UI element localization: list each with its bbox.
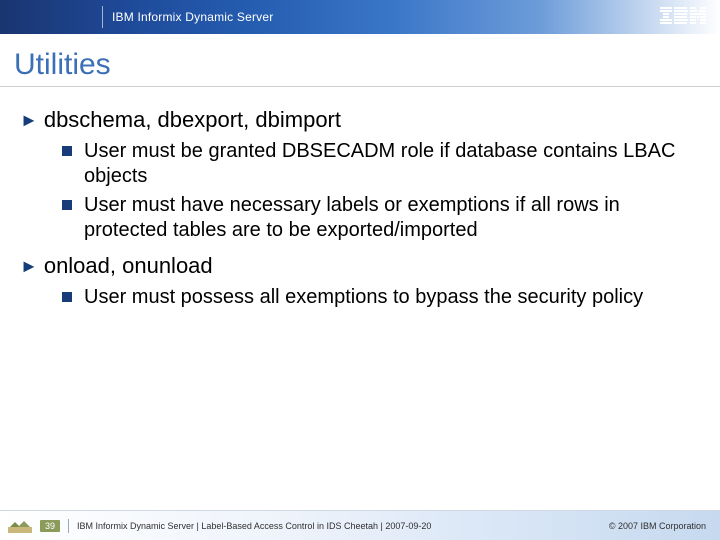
bullet-text: User must be granted DBSECADM role if da… bbox=[84, 139, 684, 189]
bullet-level1: ► dbschema, dbexport, dbimport bbox=[20, 107, 700, 133]
footer-divider bbox=[68, 519, 69, 533]
bullet-level2: User must be granted DBSECADM role if da… bbox=[62, 139, 700, 189]
slide-content: ► dbschema, dbexport, dbimport User must… bbox=[0, 97, 720, 540]
slide-footer: 39 IBM Informix Dynamic Server | Label-B… bbox=[0, 510, 720, 540]
bullet-text: User must have necessary labels or exemp… bbox=[84, 193, 684, 243]
bullet-text: dbschema, dbexport, dbimport bbox=[44, 107, 341, 133]
square-bullet-icon bbox=[62, 146, 72, 156]
footer-text: IBM Informix Dynamic Server | Label-Base… bbox=[77, 521, 609, 531]
footer-graphic-icon bbox=[0, 519, 40, 533]
header-divider bbox=[102, 6, 103, 28]
square-bullet-icon bbox=[62, 292, 72, 302]
slide: IBM Informix Dynamic Server bbox=[0, 0, 720, 540]
header-product-name: IBM Informix Dynamic Server bbox=[112, 10, 273, 24]
bullet-level2: User must have necessary labels or exemp… bbox=[62, 193, 700, 243]
slide-title: Utilities bbox=[0, 34, 720, 86]
arrow-right-icon: ► bbox=[20, 107, 38, 133]
slide-header: IBM Informix Dynamic Server bbox=[0, 0, 720, 34]
footer-copyright: © 2007 IBM Corporation bbox=[609, 521, 706, 531]
bullet-level1: ► onload, onunload bbox=[20, 253, 700, 279]
bullet-text: onload, onunload bbox=[44, 253, 213, 279]
page-number-badge: 39 bbox=[40, 520, 60, 532]
title-underline bbox=[0, 86, 720, 87]
bullet-text: User must possess all exemptions to bypa… bbox=[84, 285, 643, 310]
bullet-level2: User must possess all exemptions to bypa… bbox=[62, 285, 700, 310]
square-bullet-icon bbox=[62, 200, 72, 210]
arrow-right-icon: ► bbox=[20, 253, 38, 279]
ibm-logo-icon bbox=[660, 7, 706, 30]
